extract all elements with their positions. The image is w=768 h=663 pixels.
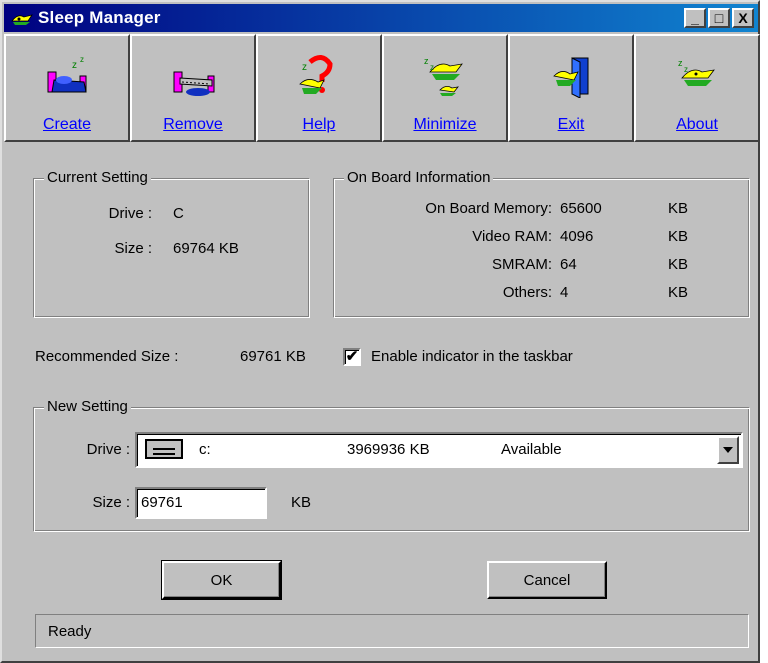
help-icon: z (299, 55, 333, 94)
svg-text:z: z (430, 63, 434, 72)
window-title: Sleep Manager (38, 8, 161, 27)
video-ram-value: 4096 (560, 228, 594, 245)
current-size-value: 69764 KB (173, 240, 239, 257)
svg-text:z: z (80, 55, 84, 64)
smram-unit: KB (668, 256, 689, 273)
remove-button[interactable]: Remove (130, 34, 256, 142)
smram-label: SMRAM: (492, 256, 552, 273)
current-size-label: Size : (114, 240, 152, 257)
new-size-label: Size : (92, 494, 130, 511)
svg-text:z: z (684, 65, 688, 74)
toolbar: z z Create Remove z Help z z Minimize Ex… (4, 34, 760, 142)
drive-select[interactable]: c: 3969936 KB Available (135, 432, 743, 468)
svg-text:z: z (424, 56, 429, 66)
svg-text:z: z (72, 60, 77, 71)
on-board-memory-label: On Board Memory: (425, 200, 552, 217)
hard-drive-icon (145, 439, 183, 459)
others-label: Others: (502, 284, 552, 301)
window-minimize-glyph: _ (691, 10, 699, 26)
smram-value: 64 (560, 256, 577, 273)
create-button[interactable]: z z Create (4, 34, 130, 142)
about-label: About (676, 116, 718, 133)
recommended-size-label: Recommended Size : (35, 348, 179, 365)
chevron-down-icon[interactable] (717, 436, 739, 464)
svg-text:z: z (678, 58, 683, 68)
current-drive-label: Drive : (108, 205, 152, 222)
current-drive-value: C (173, 205, 184, 222)
new-setting-legend: New Setting (44, 398, 131, 415)
size-input[interactable]: 69761 (135, 487, 267, 519)
on-board-memory-value: 65600 (560, 200, 602, 217)
selected-drive-letter: c: (199, 441, 211, 458)
maximize-window-button[interactable]: □ (708, 8, 730, 28)
size-unit: KB (291, 494, 312, 511)
selected-drive-status: Available (501, 441, 562, 458)
minimize-window-button[interactable]: _ (684, 8, 706, 28)
cancel-button-label: Cancel (523, 571, 571, 589)
minimize-icon: z z (424, 56, 463, 96)
enable-indicator-checkbox[interactable]: ✔ (343, 348, 361, 366)
title-bar[interactable]: Sleep Manager _ □ X (4, 4, 758, 32)
recommended-size-value: 69761 KB (240, 348, 306, 365)
video-ram-unit: KB (668, 228, 689, 245)
cancel-button[interactable]: Cancel (487, 561, 607, 599)
video-ram-label: Video RAM: (472, 228, 552, 245)
help-label: Help (302, 116, 336, 133)
others-unit: KB (668, 284, 689, 301)
ok-button[interactable]: OK (161, 560, 282, 600)
app-icon (10, 9, 34, 27)
current-setting-legend: Current Setting (44, 169, 151, 186)
minimize-label: Minimize (413, 116, 477, 133)
others-value: 4 (560, 284, 569, 301)
minimize-button[interactable]: z z Minimize (382, 34, 508, 142)
remove-bed-icon (173, 71, 215, 96)
svg-text:z: z (302, 62, 307, 73)
about-icon: z z (678, 58, 715, 86)
on-board-information-legend: On Board Information (344, 169, 494, 186)
remove-label: Remove (163, 116, 223, 133)
exit-button[interactable]: Exit (508, 34, 634, 142)
exit-door-icon (553, 57, 589, 98)
window-maximize-glyph: □ (714, 10, 724, 26)
status-bar: Ready (35, 614, 749, 648)
on-board-memory-unit: KB (668, 200, 689, 217)
about-button[interactable]: z z About (634, 34, 760, 142)
create-label: Create (42, 116, 92, 133)
selected-drive-size: 3969936 KB (347, 441, 430, 458)
create-bed-icon: z z (47, 55, 87, 93)
window-close-glyph: X (738, 10, 748, 26)
enable-indicator-label[interactable]: Enable indicator in the taskbar (371, 348, 573, 365)
checkmark-icon: ✔ (345, 348, 359, 365)
new-drive-label: Drive : (86, 441, 130, 458)
ok-button-label: OK (210, 571, 233, 589)
help-button[interactable]: z Help (256, 34, 382, 142)
exit-label: Exit (557, 116, 585, 133)
status-text: Ready (48, 623, 92, 640)
close-window-button[interactable]: X (732, 8, 754, 28)
sleep-manager-window: Sleep Manager _ □ X z z Create Remove z … (0, 0, 760, 663)
